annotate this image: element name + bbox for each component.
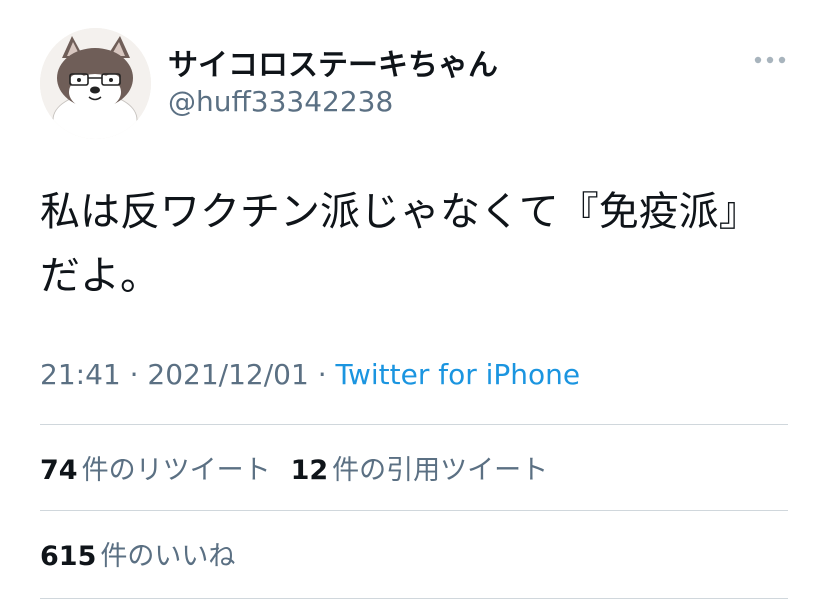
tweet-detail-page: サイコロステーキちゃん @huff33342238 私は反ワクチン派じゃなくて『…	[0, 0, 828, 607]
tweet-meta: 21:41 · 2021/12/01 · Twitter for iPhone	[40, 358, 580, 391]
avatar[interactable]	[40, 28, 151, 139]
divider	[40, 598, 788, 599]
tweet-text: 私は反ワクチン派じゃなくて『免疫派』だよ。	[40, 189, 759, 299]
quotes-count: 12	[290, 455, 329, 486]
meta-separator: ·	[308, 358, 336, 391]
likes-count: 615	[40, 541, 97, 572]
retweets-count: 74	[40, 455, 78, 486]
user-handle[interactable]: @huff33342238	[168, 85, 393, 118]
more-options-icon[interactable]	[753, 52, 787, 68]
quotes-label: 件の引用ツイート	[332, 455, 549, 486]
shiba-dog-avatar-icon	[40, 28, 151, 139]
likes-stats-row: 615 件のいいね	[40, 534, 235, 573]
retweets-label: 件のリツイート	[81, 455, 271, 486]
likes-stat[interactable]: 615 件のいいね	[40, 541, 235, 572]
tweet-source-link[interactable]: Twitter for iPhone	[336, 358, 581, 391]
tweet-time[interactable]: 21:41	[40, 358, 121, 391]
retweets-stat[interactable]: 74 件のリツイート	[40, 455, 271, 486]
divider	[40, 424, 788, 425]
divider	[40, 510, 788, 511]
retweet-stats-row: 74 件のリツイート 12 件の引用ツイート	[40, 448, 548, 487]
meta-separator: ·	[120, 358, 148, 391]
tweet-date[interactable]: 2021/12/01	[147, 358, 308, 391]
display-name[interactable]: サイコロステーキちゃん	[168, 40, 498, 84]
likes-label: 件のいいね	[100, 541, 236, 572]
quotes-stat[interactable]: 12 件の引用ツイート	[291, 455, 549, 486]
